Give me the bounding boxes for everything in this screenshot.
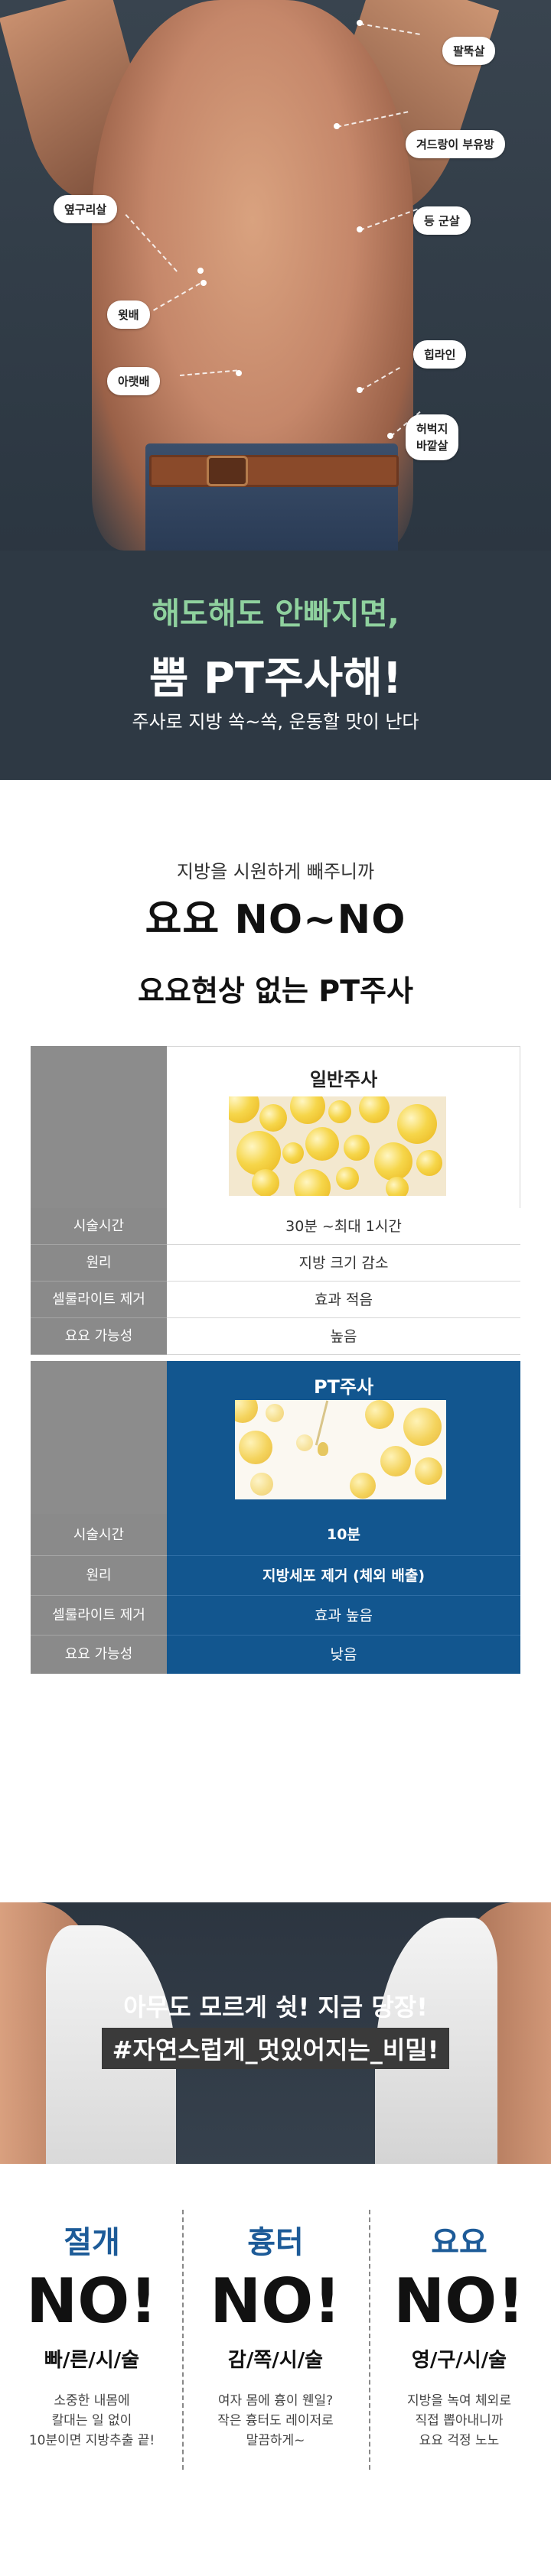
secret-line2-wrap: #자연스럽게_멋있어지는_비밀!	[0, 2028, 551, 2069]
pt-label-spacer	[31, 1361, 167, 1514]
label-back: 등 군살	[413, 206, 471, 235]
row-label: 요요 가능성	[31, 1318, 167, 1355]
row-label: 셀룰라이트 제거	[31, 1596, 167, 1636]
label-thigh-line2: 바깥살	[416, 439, 448, 453]
feature-column-incision: 절개 NO! 빠/른/시/술 소중한 내몸에 칼대는 일 없이 10분이면 지방…	[8, 2217, 176, 2539]
column-divider	[182, 2210, 184, 2470]
label-belly: 윗배	[107, 300, 150, 329]
pt-caption: PT주사	[313, 1376, 374, 1398]
body-point-dot	[334, 123, 340, 129]
body-point-dot	[197, 268, 204, 274]
feature-description: 여자 몸에 흉이 웬일? 작은 흉터도 레이저로 말끔하게~	[191, 2391, 360, 2451]
feature-title: 절개	[64, 2225, 120, 2260]
body-point-dot	[357, 226, 363, 232]
model-belt	[149, 455, 399, 487]
feature-subtitle: 영/구/시/술	[411, 2349, 507, 2372]
label-thigh-line1: 허벅지	[416, 422, 448, 436]
feature-title: 요요	[431, 2225, 487, 2260]
row-value: 10분	[167, 1514, 520, 1556]
feature-desc-line: 지방을 녹여 체외로	[407, 2393, 511, 2409]
label-arm: 팔뚝살	[442, 37, 496, 65]
row-value: 지방세포 제거 (체외 배출)	[167, 1556, 520, 1596]
feature-desc-line: 작은 흉터도 레이저로	[217, 2413, 334, 2428]
label-thigh: 허벅지 바깥살	[406, 414, 459, 460]
row-value: 효과 높음	[167, 1596, 520, 1636]
body-point-dot	[357, 387, 363, 393]
hero-headline: 뿜 PT주사해!	[148, 654, 403, 703]
row-label: 시술시간	[31, 1208, 167, 1245]
feature-desc-line: 칼대는 일 없이	[51, 2413, 132, 2428]
intro-subtitle: 지방을 시원하게 빼주니까	[176, 861, 375, 882]
feature-column-scar: 흉터 NO! 감/쪽/시/술 여자 몸에 흉이 웬일? 작은 흉터도 레이저로 …	[191, 2217, 360, 2539]
label-side: 옆구리살	[54, 195, 118, 223]
feature-no: NO!	[26, 2266, 158, 2337]
feature-description: 소중한 내몸에 칼대는 일 없이 10분이면 지방추출 끝!	[8, 2391, 176, 2451]
feature-desc-line: 요요 걱정 노노	[419, 2433, 500, 2448]
general-label-spacer	[31, 1046, 167, 1208]
belt-buckle	[207, 456, 248, 486]
feature-subtitle: 빠/른/시/술	[44, 2349, 140, 2372]
row-label: 셀룰라이트 제거	[31, 1282, 167, 1318]
general-fat-cells-image	[229, 1096, 446, 1196]
feature-subtitle: 감/쪽/시/술	[227, 2349, 324, 2372]
label-armpit: 겨드랑이 부유방	[406, 130, 505, 158]
pt-fat-cells-image	[235, 1400, 446, 1499]
comparison-table: 일반주사 시술시간 30분 ~최대 1시간 원리 지방 크기 감소 셀룰라이트 …	[31, 1046, 520, 1797]
feature-column-yoyo: 요요 NO! 영/구/시/술 지방을 녹여 체외로 직접 뽑아내니까 요요 걱정…	[375, 2217, 543, 2539]
hero-description: 주사로 지방 쏙~쏙, 운동할 맛이 난다	[132, 711, 419, 733]
secret-hashtag: #자연스럽게_멋있어지는_비밀!	[101, 2028, 450, 2069]
body-point-dot	[201, 280, 207, 286]
row-label: 시술시간	[31, 1514, 167, 1556]
row-label: 원리	[31, 1556, 167, 1596]
intro-heading: 요요현상 없는 PT주사	[138, 974, 413, 1008]
row-value: 지방 크기 감소	[167, 1245, 520, 1282]
intro-title: 요요 NO~NO	[145, 897, 406, 943]
general-caption: 일반주사	[309, 1069, 378, 1090]
label-hip: 힙라인	[413, 340, 467, 369]
feature-desc-line: 소중한 내몸에	[54, 2393, 130, 2409]
feature-no: NO!	[210, 2266, 341, 2337]
page: 팔뚝살 겨드랑이 부유방 옆구리살 등 군살 윗배 힙라인 아랫배 허벅지 바깥…	[0, 0, 551, 2576]
feature-desc-line: 여자 몸에 흉이 웬일?	[217, 2393, 334, 2409]
column-divider	[369, 2210, 370, 2470]
body-point-dot	[387, 433, 393, 439]
row-value: 효과 적음	[167, 1282, 520, 1318]
row-label: 요요 가능성	[31, 1636, 167, 1674]
feature-description: 지방을 녹여 체외로 직접 뽑아내니까 요요 걱정 노노	[375, 2391, 543, 2451]
feature-title: 흉터	[247, 2225, 304, 2260]
row-value: 높음	[167, 1318, 520, 1355]
feature-desc-line: 말끔하게~	[246, 2433, 305, 2448]
body-point-dot	[357, 20, 363, 26]
label-lowerbelly: 아랫배	[107, 367, 161, 395]
secret-line1: 아무도 모르게 쉿! 지금 당장!	[123, 1993, 428, 2022]
feature-desc-line: 10분이면 지방추출 끝!	[28, 2433, 155, 2448]
feature-desc-line: 직접 뽑아내니까	[415, 2413, 504, 2428]
body-point-dot	[236, 370, 242, 376]
row-value: 낮음	[167, 1636, 520, 1674]
hero-tagline: 해도해도 안빠지면,	[152, 596, 399, 632]
row-label: 원리	[31, 1245, 167, 1282]
row-value: 30분 ~최대 1시간	[167, 1208, 520, 1245]
feature-no: NO!	[393, 2266, 525, 2337]
